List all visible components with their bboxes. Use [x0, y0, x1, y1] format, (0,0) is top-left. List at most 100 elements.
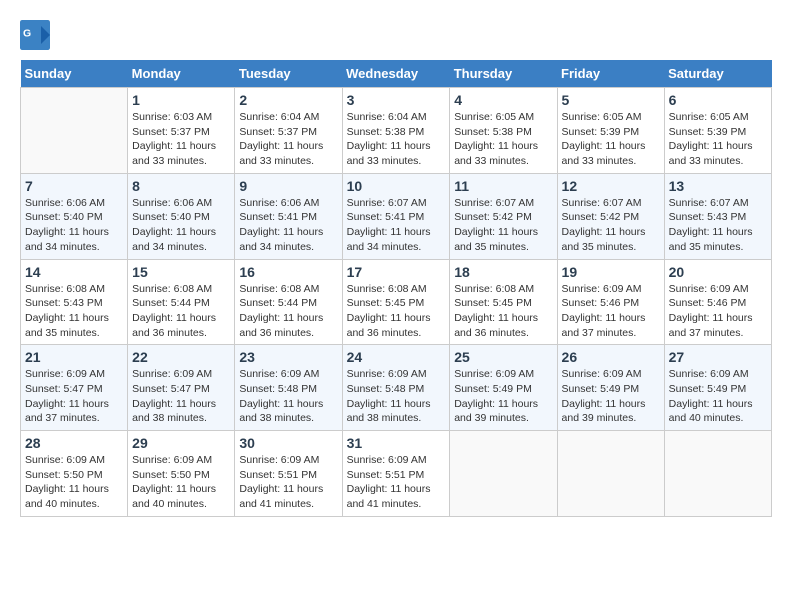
- day-info: Sunrise: 6:04 AMSunset: 5:38 PMDaylight:…: [347, 110, 446, 169]
- calendar-cell: 12 Sunrise: 6:07 AMSunset: 5:42 PMDayligh…: [557, 173, 664, 259]
- calendar-cell: 26Sunrise: 6:09 AMSunset: 5:49 PMDayligh…: [557, 345, 664, 431]
- calendar-cell: 28 Sunrise: 6:09 AMSunset: 5:50 PMDayligh…: [21, 431, 128, 517]
- calendar-cell: [450, 431, 557, 517]
- logo-icon: G: [20, 20, 50, 50]
- day-number: 30: [239, 435, 337, 451]
- day-info: Sunrise: 6:07 AMSunset: 5:42 PMDaylight:…: [454, 196, 552, 255]
- day-info: Sunrise: 6:09 AMSunset: 5:50 PMDaylight:…: [25, 453, 123, 512]
- week-row-5: 28 Sunrise: 6:09 AMSunset: 5:50 PMDayligh…: [21, 431, 772, 517]
- column-header-sunday: Sunday: [21, 60, 128, 88]
- day-number: 11: [454, 178, 552, 194]
- calendar-table: SundayMondayTuesdayWednesdayThursdayFrid…: [20, 60, 772, 517]
- calendar-cell: 11 Sunrise: 6:07 AMSunset: 5:42 PMDayligh…: [450, 173, 557, 259]
- day-number: 7: [25, 178, 123, 194]
- day-info: Sunrise: 6:09 AMSunset: 5:46 PMDaylight:…: [562, 282, 660, 341]
- day-number: 10: [347, 178, 446, 194]
- day-info: Sunrise: 6:07 AMSunset: 5:41 PMDaylight:…: [347, 196, 446, 255]
- svg-text:G: G: [23, 28, 31, 40]
- day-number: 14: [25, 264, 123, 280]
- calendar-cell: 19Sunrise: 6:09 AMSunset: 5:46 PMDayligh…: [557, 259, 664, 345]
- day-info: Sunrise: 6:05 AMSunset: 5:38 PMDaylight:…: [454, 110, 552, 169]
- day-info: Sunrise: 6:09 AMSunset: 5:49 PMDaylight:…: [562, 367, 660, 426]
- calendar-cell: [557, 431, 664, 517]
- day-number: 5: [562, 92, 660, 108]
- calendar-cell: 18 Sunrise: 6:08 AMSunset: 5:45 PMDayligh…: [450, 259, 557, 345]
- calendar-cell: [21, 88, 128, 174]
- calendar-cell: 10 Sunrise: 6:07 AMSunset: 5:41 PMDayligh…: [342, 173, 450, 259]
- day-number: 20: [669, 264, 767, 280]
- day-info: Sunrise: 6:09 AMSunset: 5:48 PMDaylight:…: [239, 367, 337, 426]
- day-number: 17: [347, 264, 446, 280]
- day-number: 13: [669, 178, 767, 194]
- day-number: 22: [132, 349, 230, 365]
- day-info: Sunrise: 6:08 AMSunset: 5:43 PMDaylight:…: [25, 282, 123, 341]
- day-info: Sunrise: 6:09 AMSunset: 5:48 PMDaylight:…: [347, 367, 446, 426]
- day-info: Sunrise: 6:06 AMSunset: 5:40 PMDaylight:…: [132, 196, 230, 255]
- day-number: 12: [562, 178, 660, 194]
- day-info: Sunrise: 6:09 AMSunset: 5:49 PMDaylight:…: [669, 367, 767, 426]
- day-number: 16: [239, 264, 337, 280]
- day-info: Sunrise: 6:06 AMSunset: 5:40 PMDaylight:…: [25, 196, 123, 255]
- day-info: Sunrise: 6:05 AMSunset: 5:39 PMDaylight:…: [669, 110, 767, 169]
- day-info: Sunrise: 6:09 AMSunset: 5:46 PMDaylight:…: [669, 282, 767, 341]
- day-info: Sunrise: 6:09 AMSunset: 5:49 PMDaylight:…: [454, 367, 552, 426]
- day-number: 23: [239, 349, 337, 365]
- calendar-cell: 29Sunrise: 6:09 AMSunset: 5:50 PMDayligh…: [128, 431, 235, 517]
- day-number: 18: [454, 264, 552, 280]
- week-row-1: 1 Sunrise: 6:03 AMSunset: 5:37 PMDaylight…: [21, 88, 772, 174]
- week-row-2: 7 Sunrise: 6:06 AMSunset: 5:40 PMDaylight…: [21, 173, 772, 259]
- day-info: Sunrise: 6:08 AMSunset: 5:44 PMDaylight:…: [239, 282, 337, 341]
- day-number: 31: [347, 435, 446, 451]
- calendar-cell: 4 Sunrise: 6:05 AMSunset: 5:38 PMDaylight…: [450, 88, 557, 174]
- calendar-cell: 27Sunrise: 6:09 AMSunset: 5:49 PMDayligh…: [664, 345, 771, 431]
- calendar-cell: 20 Sunrise: 6:09 AMSunset: 5:46 PMDayligh…: [664, 259, 771, 345]
- logo: G: [20, 20, 52, 50]
- day-info: Sunrise: 6:08 AMSunset: 5:44 PMDaylight:…: [132, 282, 230, 341]
- day-info: Sunrise: 6:06 AMSunset: 5:41 PMDaylight:…: [239, 196, 337, 255]
- column-header-monday: Monday: [128, 60, 235, 88]
- day-number: 21: [25, 349, 123, 365]
- day-info: Sunrise: 6:07 AMSunset: 5:43 PMDaylight:…: [669, 196, 767, 255]
- calendar-cell: 23 Sunrise: 6:09 AMSunset: 5:48 PMDayligh…: [235, 345, 342, 431]
- day-number: 15: [132, 264, 230, 280]
- column-header-wednesday: Wednesday: [342, 60, 450, 88]
- day-info: Sunrise: 6:09 AMSunset: 5:47 PMDaylight:…: [132, 367, 230, 426]
- day-info: Sunrise: 6:09 AMSunset: 5:51 PMDaylight:…: [239, 453, 337, 512]
- day-number: 6: [669, 92, 767, 108]
- day-info: Sunrise: 6:07 AMSunset: 5:42 PMDaylight:…: [562, 196, 660, 255]
- day-number: 24: [347, 349, 446, 365]
- calendar-cell: 13 Sunrise: 6:07 AMSunset: 5:43 PMDayligh…: [664, 173, 771, 259]
- day-info: Sunrise: 6:05 AMSunset: 5:39 PMDaylight:…: [562, 110, 660, 169]
- calendar-cell: 15 Sunrise: 6:08 AMSunset: 5:44 PMDayligh…: [128, 259, 235, 345]
- week-row-4: 21 Sunrise: 6:09 AMSunset: 5:47 PMDayligh…: [21, 345, 772, 431]
- day-number: 3: [347, 92, 446, 108]
- calendar-cell: 16 Sunrise: 6:08 AMSunset: 5:44 PMDayligh…: [235, 259, 342, 345]
- calendar-cell: 7 Sunrise: 6:06 AMSunset: 5:40 PMDaylight…: [21, 173, 128, 259]
- calendar-cell: 5 Sunrise: 6:05 AMSunset: 5:39 PMDaylight…: [557, 88, 664, 174]
- day-info: Sunrise: 6:08 AMSunset: 5:45 PMDaylight:…: [347, 282, 446, 341]
- day-number: 2: [239, 92, 337, 108]
- calendar-cell: 8Sunrise: 6:06 AMSunset: 5:40 PMDaylight…: [128, 173, 235, 259]
- calendar-cell: 31 Sunrise: 6:09 AMSunset: 5:51 PMDayligh…: [342, 431, 450, 517]
- day-info: Sunrise: 6:09 AMSunset: 5:51 PMDaylight:…: [347, 453, 446, 512]
- column-header-friday: Friday: [557, 60, 664, 88]
- day-info: Sunrise: 6:04 AMSunset: 5:37 PMDaylight:…: [239, 110, 337, 169]
- calendar-cell: 6 Sunrise: 6:05 AMSunset: 5:39 PMDaylight…: [664, 88, 771, 174]
- day-number: 28: [25, 435, 123, 451]
- header-row: SundayMondayTuesdayWednesdayThursdayFrid…: [21, 60, 772, 88]
- calendar-cell: 3 Sunrise: 6:04 AMSunset: 5:38 PMDaylight…: [342, 88, 450, 174]
- day-info: Sunrise: 6:03 AMSunset: 5:37 PMDaylight:…: [132, 110, 230, 169]
- column-header-saturday: Saturday: [664, 60, 771, 88]
- calendar-cell: 24 Sunrise: 6:09 AMSunset: 5:48 PMDayligh…: [342, 345, 450, 431]
- calendar-cell: 22 Sunrise: 6:09 AMSunset: 5:47 PMDayligh…: [128, 345, 235, 431]
- week-row-3: 14 Sunrise: 6:08 AMSunset: 5:43 PMDayligh…: [21, 259, 772, 345]
- day-number: 1: [132, 92, 230, 108]
- day-number: 4: [454, 92, 552, 108]
- calendar-cell: 25 Sunrise: 6:09 AMSunset: 5:49 PMDayligh…: [450, 345, 557, 431]
- calendar-cell: 9 Sunrise: 6:06 AMSunset: 5:41 PMDaylight…: [235, 173, 342, 259]
- column-header-thursday: Thursday: [450, 60, 557, 88]
- day-number: 25: [454, 349, 552, 365]
- day-number: 9: [239, 178, 337, 194]
- day-info: Sunrise: 6:08 AMSunset: 5:45 PMDaylight:…: [454, 282, 552, 341]
- calendar-cell: 17 Sunrise: 6:08 AMSunset: 5:45 PMDayligh…: [342, 259, 450, 345]
